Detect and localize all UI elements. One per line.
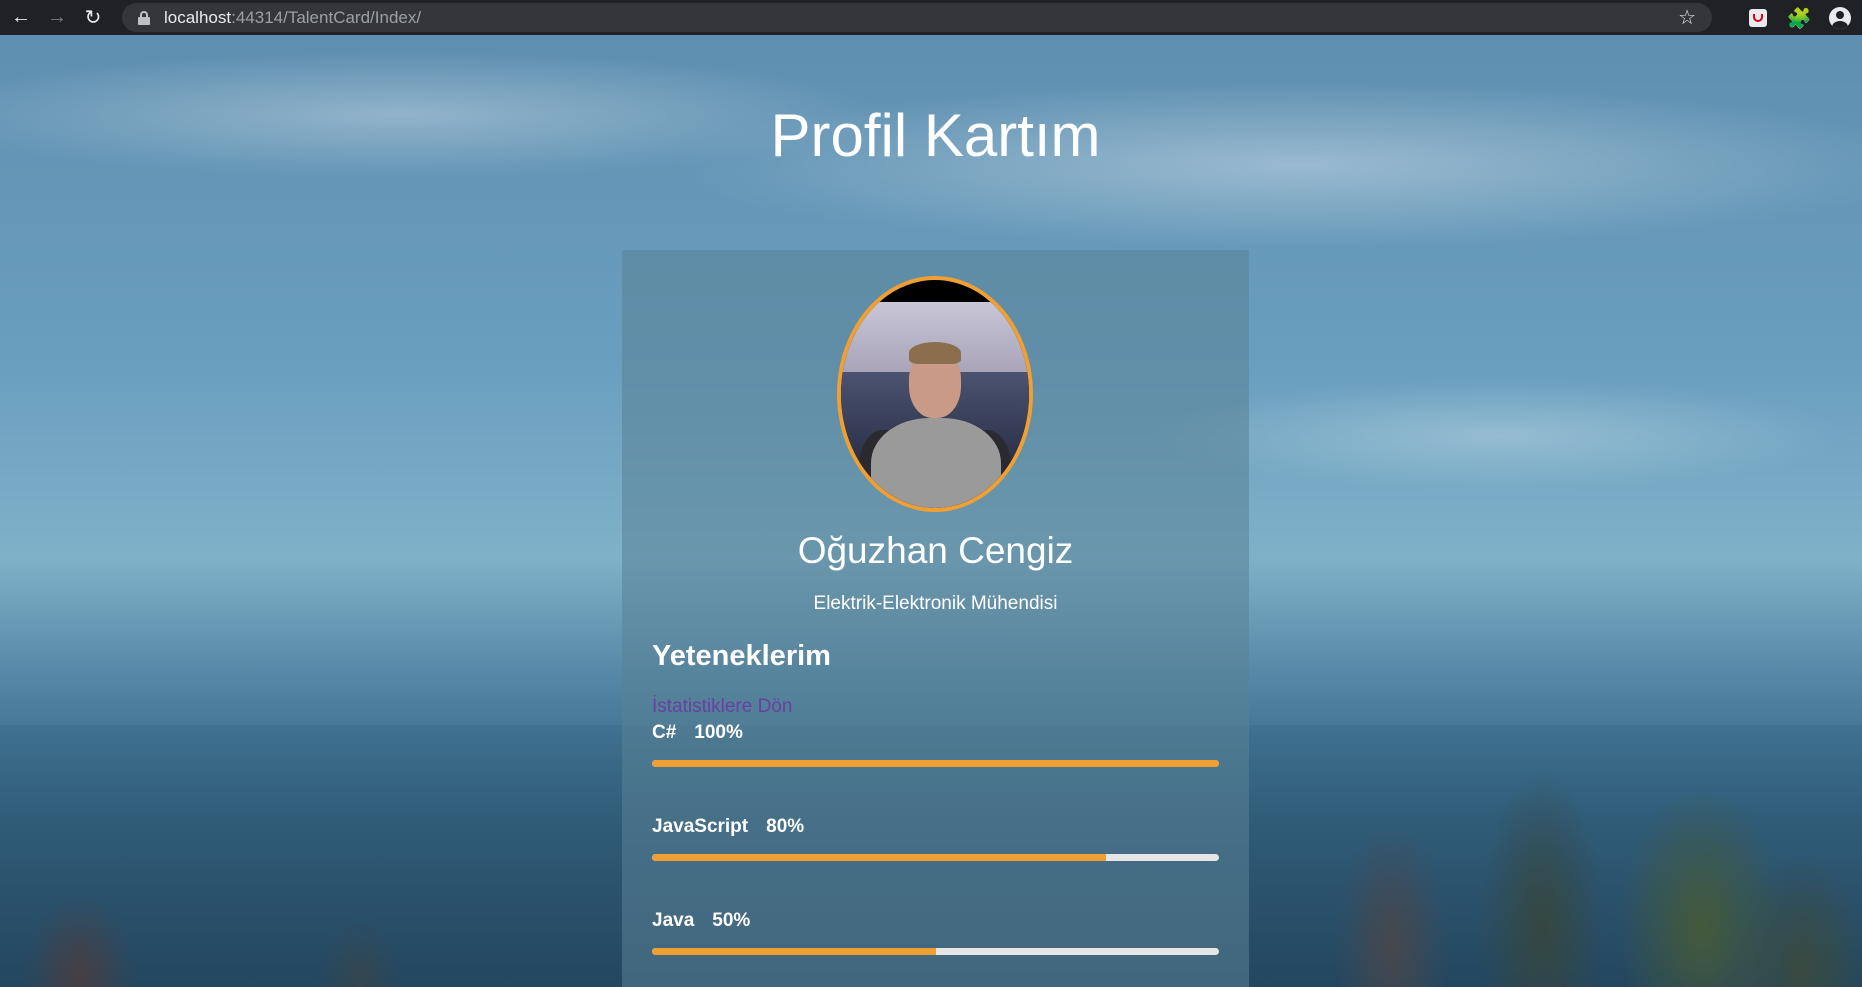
back-button[interactable]: ← [6, 3, 36, 33]
background-trees-right [1142, 667, 1862, 987]
profile-card: Oğuzhan Cengiz Elektrik-Elektronik Mühen… [622, 250, 1249, 987]
lock-icon [138, 10, 150, 25]
skill-progress-fill [652, 948, 936, 955]
pocket-extension-icon[interactable] [1745, 5, 1771, 31]
bookmark-star-icon[interactable]: ☆ [1678, 5, 1696, 30]
skill-csharp: C# 100% [652, 722, 1219, 767]
browser-toolbar: ← → ↻ localhost:44314/TalentCard/Index/ … [0, 0, 1862, 35]
forward-button[interactable]: → [42, 3, 72, 33]
skill-name: C# [652, 722, 677, 743]
page-title: Profil Kartım [770, 102, 1101, 169]
skill-name: Java [652, 910, 695, 931]
skill-progress-fill [652, 760, 1219, 767]
extensions-puzzle-icon[interactable]: 🧩 [1786, 5, 1812, 31]
profile-avatar-icon[interactable] [1827, 5, 1853, 31]
profile-name: Oğuzhan Cengiz [797, 530, 1074, 571]
job-title: Elektrik-Elektronik Mühendisi [813, 593, 1058, 614]
page-viewport: Profil Kartım Oğuzhan Cengiz Elektrik-El… [0, 35, 1862, 987]
skill-percent: 100% [694, 722, 743, 743]
skill-progress-bar [652, 948, 1219, 955]
url-path: :44314/TalentCard/Index/ [231, 7, 422, 27]
background-trees-left [0, 827, 600, 987]
address-bar[interactable]: localhost:44314/TalentCard/Index/ ☆ [122, 3, 1712, 32]
skill-name: JavaScript [652, 816, 749, 837]
reload-button[interactable]: ↻ [78, 3, 108, 33]
skill-java: Java 50% [652, 910, 1219, 955]
url-host: localhost [164, 7, 232, 27]
skills-heading: Yeteneklerim [652, 640, 831, 672]
skill-javascript: JavaScript 80% [652, 816, 1219, 861]
skill-percent: 50% [712, 910, 751, 931]
skill-percent: 80% [766, 816, 805, 837]
profile-photo [837, 276, 1033, 512]
skill-progress-fill [652, 854, 1106, 861]
back-to-statistics-link[interactable]: İstatistiklere Dön [652, 696, 792, 718]
skill-progress-bar [652, 760, 1219, 767]
skill-progress-bar [652, 854, 1219, 861]
